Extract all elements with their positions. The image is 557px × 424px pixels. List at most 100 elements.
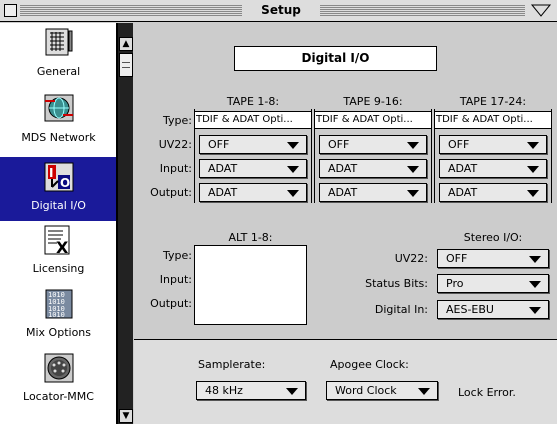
sidebar-item-digital-io[interactable]: I O Digital I/O [0,157,116,221]
tape-1-8-type: TDIF & ADAT Opti... [195,111,311,129]
popup-triangle-icon [527,166,539,173]
collapse-box[interactable] [529,3,553,18]
popup-triangle-icon [286,388,298,395]
popup-value: AES-EBU [446,303,494,316]
uv22-row-label: UV22: [158,138,192,151]
sidebar-item-label: MDS Network [21,131,96,144]
apogee-clock-label: Apogee Clock: [330,358,409,371]
licensing-x-icon: X [43,224,75,257]
status-bits-label: Status Bits: [365,277,428,290]
svg-text:X: X [56,238,69,256]
svg-text:O: O [60,176,70,190]
popup-value: OFF [448,138,470,151]
tape-9-16-output-popup[interactable]: ADAT [319,183,427,202]
tape-1-8-header: TAPE 1-8: [226,95,280,108]
popup-value: ADAT [328,186,358,199]
popup-value: ADAT [448,186,478,199]
tape-1-8-output-popup[interactable]: ADAT [199,183,307,202]
tape-17-24-uv22-popup[interactable]: OFF [439,135,547,154]
samplerate-label: Samplerate: [198,358,266,371]
alt-1-8-header: ALT 1-8: [228,231,273,244]
sidebar-item-label: Locator-MMC [23,390,94,403]
alt-1-8-box [194,245,307,325]
popup-triangle-icon [418,388,430,395]
popup-value: OFF [446,252,468,265]
type-row-label: Type: [163,114,192,127]
status-bits-popup[interactable]: Pro [437,274,549,293]
popup-value: ADAT [448,162,478,175]
sidebar-item-label: Licensing [32,262,85,275]
sidebar-item-general[interactable]: General [0,23,116,87]
sidebar-item-locator-mmc[interactable]: Locator-MMC [0,348,116,412]
digital-in-label: Digital In: [374,303,428,316]
tape-1-8-input-popup[interactable]: ADAT [199,159,307,178]
alt-output-label: Output: [150,297,192,310]
mix-binary-icon: 1010 1010 1010 1010 [43,288,75,320]
popup-value: Pro [446,277,464,290]
popup-triangle-icon [407,142,419,149]
popup-triangle-icon [527,190,539,197]
output-row-label: Output: [150,186,192,199]
scroll-thumb[interactable] [119,53,133,77]
popup-triangle-icon [529,307,541,314]
panel-title: Digital I/O [234,46,437,71]
input-row-label: Input: [159,162,192,175]
samplerate-popup[interactable]: 48 kHz [196,381,306,400]
tape-9-16-column: TDIF & ADAT Opti... OFF ADAT ADAT [314,109,432,203]
popup-value: ADAT [208,186,238,199]
digital-io-icon: I O [43,161,75,193]
popup-value: Word Clock [335,384,397,397]
popup-value: OFF [208,138,230,151]
popup-value: 48 kHz [205,384,243,397]
popup-triangle-icon [287,142,299,149]
collapse-icon [530,4,552,17]
general-grid-icon [43,27,75,59]
stereo-uv22-popup[interactable]: OFF [437,249,549,268]
popup-value: OFF [328,138,350,151]
popup-value: ADAT [208,162,238,175]
lock-status-text: Lock Error. [458,386,516,399]
svg-text:1010: 1010 [48,311,65,319]
tape-1-8-uv22-popup[interactable]: OFF [199,135,307,154]
title-stripes-right [320,4,525,17]
tape-9-16-input-popup[interactable]: ADAT [319,159,427,178]
svg-text:I: I [49,166,53,180]
sidebar-item-mix-options[interactable]: 1010 1010 1010 1010 Mix Options [0,284,116,348]
tape-17-24-output-popup[interactable]: ADAT [439,183,547,202]
popup-triangle-icon [407,190,419,197]
tape-9-16-type: TDIF & ADAT Opti... [315,111,431,129]
sidebar: General MDS Network I O Digital I/O X Li… [0,23,117,424]
sidebar-item-label: Mix Options [26,326,91,339]
tape-1-8-column: TDIF & ADAT Opti... OFF ADAT ADAT [194,109,312,203]
scroll-up-arrow-icon[interactable]: ▲ [119,37,133,51]
popup-triangle-icon [527,142,539,149]
tape-17-24-type: TDIF & ADAT Opti... [435,111,551,129]
scroll-down-arrow-icon[interactable]: ▼ [119,409,133,423]
locator-connector-icon [43,352,75,384]
close-box[interactable] [4,4,17,17]
popup-triangle-icon [529,256,541,263]
popup-triangle-icon [287,190,299,197]
alt-type-label: Type: [163,249,192,262]
tape-17-24-column: TDIF & ADAT Opti... OFF ADAT ADAT [434,109,552,203]
alt-input-label: Input: [159,273,192,286]
popup-triangle-icon [407,166,419,173]
window-title: Setup [246,3,316,17]
clock-section: Samplerate: 48 kHz Apogee Clock: Word Cl… [134,339,557,424]
tape-17-24-header: TAPE 17-24: [459,95,527,108]
tape-9-16-uv22-popup[interactable]: OFF [319,135,427,154]
digital-in-popup[interactable]: AES-EBU [437,300,549,319]
sidebar-item-mds-network[interactable]: MDS Network [0,89,116,153]
sidebar-item-label: General [36,65,81,78]
title-bar[interactable]: Setup [0,0,557,22]
sidebar-scrollbar[interactable]: ▲ ▼ [117,23,133,424]
sidebar-item-licensing[interactable]: X Licensing [0,220,116,284]
stereo-uv22-label: UV22: [394,252,428,265]
popup-triangle-icon [287,166,299,173]
tape-17-24-input-popup[interactable]: ADAT [439,159,547,178]
network-globe-icon [43,93,75,125]
tape-9-16-header: TAPE 9-16: [343,95,403,108]
popup-triangle-icon [529,281,541,288]
stereo-io-header: Stereo I/O: [463,231,523,244]
apogee-clock-popup[interactable]: Word Clock [326,381,438,400]
